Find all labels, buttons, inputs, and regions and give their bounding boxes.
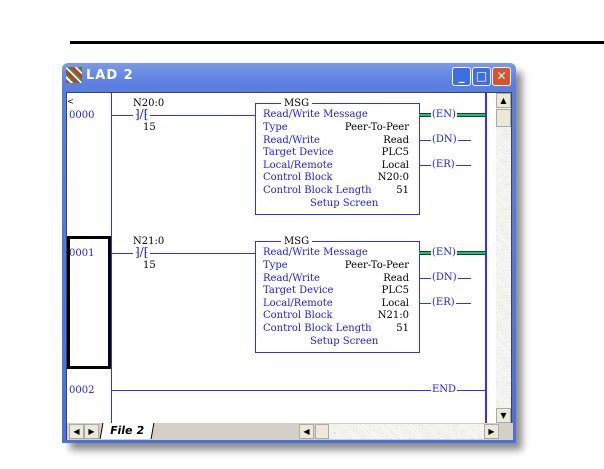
coil-en[interactable]: (EN) [431,248,457,258]
setup-screen-link[interactable]: Setup Screen [310,336,378,347]
hscroll-thumb[interactable] [315,424,329,439]
msg-param-label: Target Device [263,147,334,159]
coil-dn[interactable]: (DN) [431,273,458,283]
msg-param-value: Peer-To-Peer [344,122,409,133]
msg-param-value: PLC5 [381,285,409,297]
msg-param-value: Local [381,297,409,309]
coil-dn[interactable]: (DN) [431,135,458,145]
contact-bit: 15 [143,122,156,133]
rung-marker: < [67,97,74,106]
scroll-down-button[interactable]: ▼ [496,408,511,423]
rung-wire [111,390,485,391]
setup-screen-link[interactable]: Setup Screen [310,198,378,209]
rung-selection [67,236,111,369]
ladder-view: < 0000 N20:0 ⁆/⁅ 15 MSG Read/Write Message Typ… [66,92,513,440]
tab-scroll-right[interactable]: ▶ [84,424,99,439]
msg-title: MSG [281,98,313,109]
msg-param-label: Control Block Length [263,185,372,196]
coil-label: EN [435,247,452,258]
msg-param-value: 51 [396,185,409,196]
maximize-button[interactable]: □ [472,67,491,86]
coil-label: ER [435,159,451,170]
rung-number[interactable]: 0000 [69,110,94,121]
msg-heading: Read/Write Message [263,247,368,258]
coil-er[interactable]: (ER) [431,298,456,308]
msg-param-value: N21:0 [377,310,409,322]
msg-param-label: Type [263,260,288,271]
msg-param-label: Control Block [263,172,333,184]
msg-param-value: Local [381,159,409,171]
msg-param-value: N20:0 [377,172,409,184]
end-instruction[interactable]: END [431,385,458,395]
scroll-up-button[interactable]: ▲ [496,93,511,108]
msg-param-value: Read [383,272,409,284]
msg-param-label: Control Block Length [263,323,372,334]
coil-er[interactable]: (ER) [431,160,456,170]
msg-param-value: Read [383,134,409,146]
msg-param-label: Type [263,122,288,133]
coil-label: ER [435,297,451,308]
tab-scroll-left[interactable]: ◀ [69,424,84,439]
msg-param-label: Read/Write [263,272,320,284]
coil-label: DN [435,134,453,145]
lad-window: LAD 2 _ □ ✕ < 0000 N20:0 ⁆/⁅ 15 MSG Read/Writ… [62,63,516,443]
horizontal-scrollbar[interactable] [329,424,484,439]
window-title: LAD 2 [86,68,134,83]
coil-en[interactable]: (EN) [431,110,457,120]
scroll-thumb[interactable] [496,109,511,127]
msg-param-label: Target Device [263,285,334,297]
bottom-bar: ◀ ▶ File 2 ◀ ▶ [67,423,513,440]
left-power-rail [111,93,112,423]
rung-number[interactable]: 0002 [69,385,94,396]
msg-title: MSG [281,236,313,247]
hscroll-right[interactable]: ▶ [484,424,499,439]
msg-param-label: Local/Remote [263,159,333,171]
xio-contact-icon[interactable]: ⁆/⁅ [133,246,151,258]
ladder-diagram[interactable]: < 0000 N20:0 ⁆/⁅ 15 MSG Read/Write Message Typ… [67,93,499,423]
app-icon [66,67,82,83]
tab-file-2[interactable]: File 2 [99,423,155,439]
close-button[interactable]: ✕ [492,67,511,86]
right-power-rail [485,93,487,423]
minimize-button[interactable]: _ [452,67,471,86]
contact-bit: 15 [143,260,156,271]
xio-contact-icon[interactable]: ⁆/⁅ [133,108,151,120]
msg-param-label: Local/Remote [263,297,333,309]
msg-param-value: PLC5 [381,147,409,159]
coil-label: EN [435,109,452,120]
msg-param-value: 51 [396,323,409,334]
msg-param-label: Read/Write [263,134,320,146]
msg-heading: Read/Write Message [263,109,368,120]
divider-line [70,41,604,44]
msg-param-label: Control Block [263,310,333,322]
coil-label: DN [435,272,453,283]
msg-param-value: Peer-To-Peer [344,260,409,271]
vertical-scrollbar[interactable]: ▲ ▼ [496,93,511,423]
hscroll-left[interactable]: ◀ [299,424,314,439]
